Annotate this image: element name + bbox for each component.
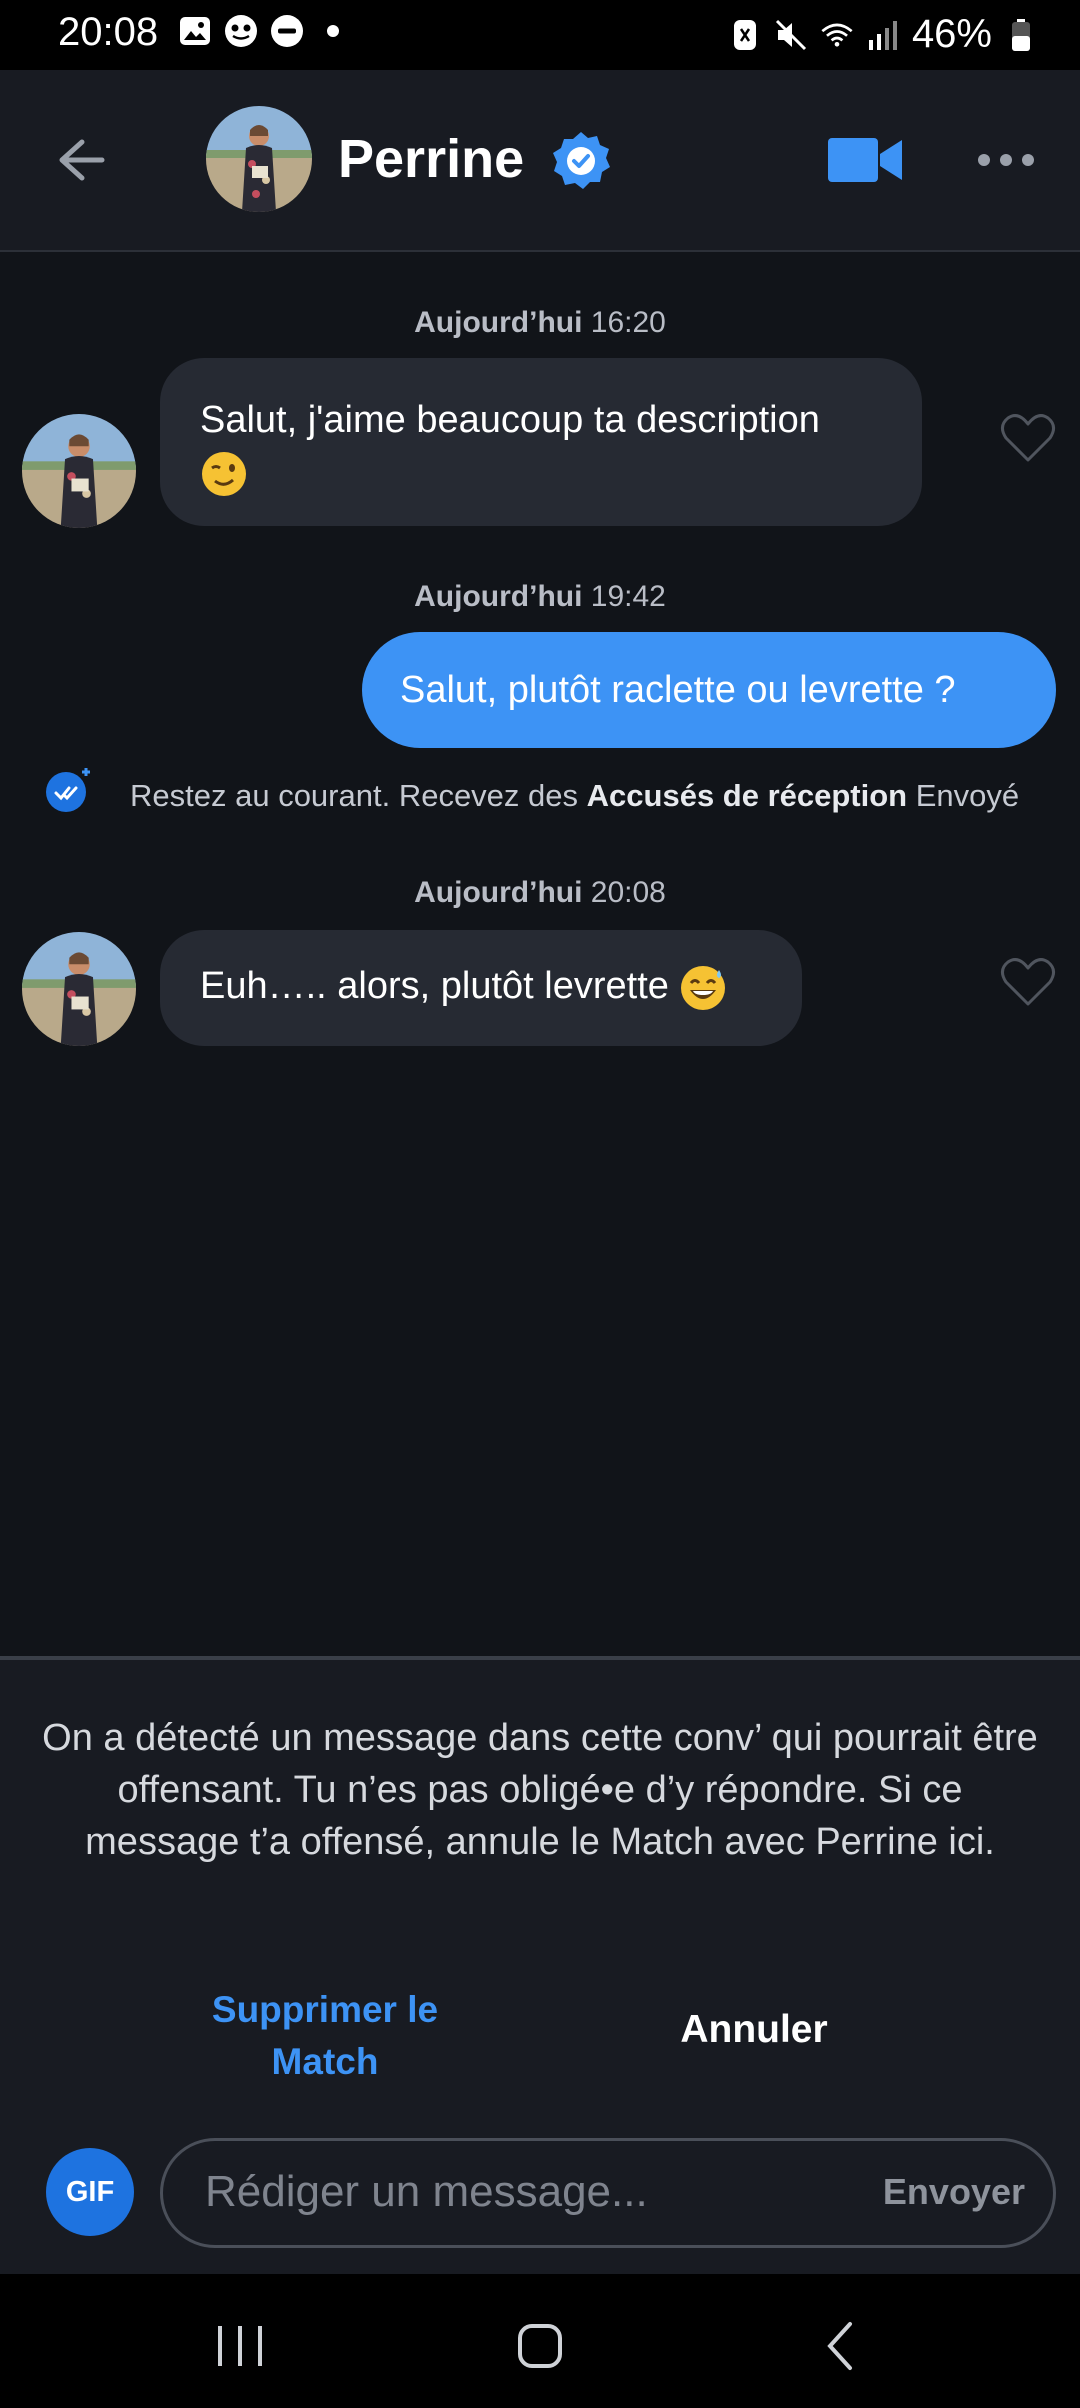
video-call-icon[interactable]	[826, 132, 906, 188]
home-icon[interactable]	[510, 2316, 570, 2376]
message-timestamp: Aujourd’hui 16:20	[414, 306, 666, 339]
message-input-placeholder: Rédiger un message...	[205, 2167, 648, 2216]
more-icon[interactable]	[976, 144, 1036, 176]
app-icon	[224, 14, 258, 48]
winking-face-icon	[200, 450, 248, 498]
gallery-icon	[178, 14, 212, 48]
send-button[interactable]: Envoyer	[883, 2171, 1025, 2213]
recent-apps-icon[interactable]	[210, 2316, 270, 2376]
incoming-message-bubble[interactable]: Salut, j'aime beaucoup ta description	[160, 358, 922, 526]
message-composer: GIF Rédiger un message... Envoyer	[0, 2090, 1080, 2274]
sender-avatar[interactable]	[22, 414, 136, 528]
like-heart-icon[interactable]	[1000, 412, 1056, 464]
gif-button[interactable]: GIF	[46, 2148, 134, 2236]
back-nav-icon[interactable]	[812, 2316, 872, 2376]
system-navigation-bar	[0, 2274, 1080, 2408]
read-receipts-text: Restez au courant. Recevez des Accusés d…	[130, 778, 1020, 813]
outgoing-message-bubble[interactable]: Salut, plutôt raclette ou levrette ?	[362, 632, 1056, 748]
back-arrow-icon[interactable]	[48, 128, 112, 192]
offensive-message-banner: On a détecté un message dans cette conv’…	[0, 1660, 1080, 2090]
status-time: 20:08	[58, 10, 159, 54]
message-text: Euh….. alors, plutôt levrette	[200, 965, 669, 1007]
grinning-sweat-face-icon	[679, 964, 727, 1012]
mute-icon	[774, 18, 808, 52]
message-text: Salut, plutôt raclette ou levrette ?	[400, 669, 956, 711]
like-heart-icon[interactable]	[1000, 956, 1056, 1008]
dot-icon	[316, 14, 350, 48]
status-left-icons	[178, 14, 350, 48]
contact-name: Perrine	[338, 129, 525, 189]
battery-icon	[1004, 18, 1038, 52]
message-text: Salut, j'aime beaucoup ta description	[200, 399, 820, 441]
chat-header: Perrine	[0, 70, 1080, 252]
sender-avatar[interactable]	[22, 932, 136, 1046]
message-status: Envoyé	[915, 778, 1020, 813]
message-input[interactable]: Rédiger un message... Envoyer	[160, 2138, 1056, 2248]
read-receipt-icon	[44, 764, 96, 816]
signal-icon	[866, 18, 900, 52]
avatar[interactable]	[206, 106, 312, 212]
verified-badge-icon	[550, 130, 612, 192]
message-timestamp: Aujourd’hui 19:42	[414, 580, 666, 613]
message-timestamp: Aujourd’hui 20:08	[414, 876, 666, 909]
nfc-icon	[728, 18, 762, 52]
status-right-icons: 46%	[728, 12, 1038, 57]
delete-match-button[interactable]: Supprimer le Match	[180, 1984, 470, 2088]
status-bar: 20:08 46%	[0, 0, 1080, 70]
dnd-icon	[270, 14, 304, 48]
incoming-message-bubble[interactable]: Euh….. alors, plutôt levrette	[160, 930, 802, 1046]
cancel-button[interactable]: Annuler	[620, 2008, 888, 2052]
wifi-icon	[820, 18, 854, 52]
battery-percent: 46%	[911, 12, 992, 56]
banner-text: On a détecté un message dans cette conv’…	[42, 1717, 1038, 1863]
read-receipts-promo[interactable]: Restez au courant. Recevez des Accusés d…	[40, 764, 1060, 824]
